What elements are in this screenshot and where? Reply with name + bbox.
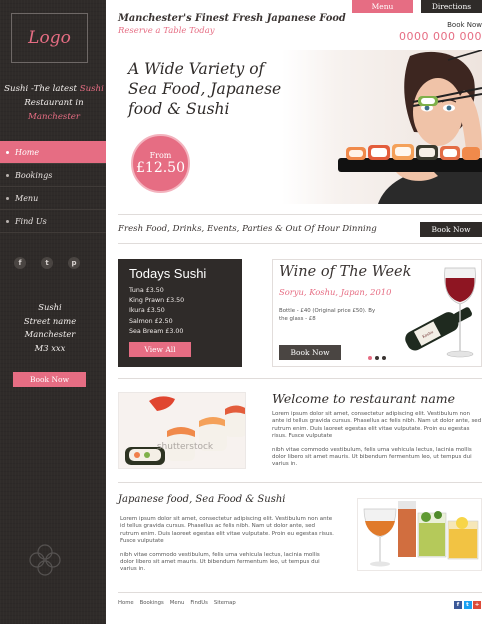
- book-now-label: Book Now: [447, 21, 482, 29]
- hero-line: A Wide Variety of: [128, 60, 265, 78]
- address-line: Sushi: [38, 302, 62, 312]
- welcome-body: Lorem ipsum dolor sit amet, consectetur …: [272, 411, 484, 469]
- twitter-icon[interactable]: t: [41, 257, 53, 269]
- tagline-prefix: Sushi -The latest: [4, 84, 77, 94]
- todays-sushi-panel: Todays Sushi Tuna £3.50 King Prawn £3.50…: [118, 259, 242, 367]
- tagline-city: Manchester: [28, 112, 80, 122]
- bullet-icon: [6, 219, 9, 223]
- nav-item-bookings[interactable]: Bookings: [0, 164, 106, 187]
- tagline-mid: Restaurant in: [24, 98, 84, 108]
- nav-item-find-us[interactable]: Find Us: [0, 210, 106, 233]
- bullet-icon: [6, 150, 9, 154]
- strapline: Fresh Food, Drinks, Events, Parties & Ou…: [118, 224, 377, 234]
- nav-label: Home: [15, 147, 40, 157]
- footer-social: f t +: [454, 601, 481, 609]
- japanese-food-title: Japanese food, Sea Food & Sushi: [118, 494, 286, 505]
- carousel-dot[interactable]: [382, 356, 386, 360]
- japanese-food-body: Lorem ipsum dolor sit amet, consectetur …: [120, 516, 334, 580]
- welcome-title: Welcome to restaurant name: [272, 391, 456, 406]
- twitter-icon[interactable]: t: [463, 601, 472, 609]
- strap-book-button[interactable]: Book Now: [420, 222, 482, 237]
- welcome-paragraph: Lorem ipsum dolor sit amet, consectetur …: [272, 411, 482, 440]
- nav-label: Menu: [15, 193, 39, 203]
- menu-button[interactable]: Menu: [352, 0, 413, 13]
- site-title: Manchester's Finest Fresh Japanese Food: [118, 13, 346, 24]
- wine-book-button[interactable]: Book Now: [279, 345, 341, 360]
- todays-sushi-title: Todays Sushi: [129, 266, 207, 281]
- pinterest-icon[interactable]: p: [68, 257, 80, 269]
- logo-text: Logo: [28, 28, 71, 48]
- wine-description: Bottle - £40 (Original price £50). By th…: [279, 308, 376, 322]
- nav-item-home[interactable]: Home: [0, 141, 106, 164]
- footer-link-findus[interactable]: FindUs: [190, 600, 208, 606]
- divider: [118, 592, 482, 593]
- hero-line: Sea Food, Japanese: [128, 80, 282, 98]
- tagline-highlight: Sushi: [79, 84, 104, 94]
- divider: [118, 482, 482, 483]
- address-line: Manchester: [24, 329, 76, 339]
- drinks-photo: [357, 498, 482, 571]
- list-item: Tuna £3.50: [129, 287, 164, 294]
- sushi-price-list: Tuna £3.50 King Prawn £3.50 Ikura £3.50 …: [129, 286, 231, 337]
- sidebar-tagline: Sushi -The latest Sushi Restaurant in Ma…: [2, 82, 106, 124]
- list-item: Sea Bream £3.00: [129, 327, 184, 335]
- carousel-dot[interactable]: [375, 356, 379, 360]
- footer-link-menu[interactable]: Menu: [170, 600, 185, 606]
- welcome-paragraph: nibh vitae commodo vestibulum, felis uma…: [272, 446, 472, 468]
- wine-title: Wine of The Week: [279, 264, 412, 280]
- social-links: f t p: [14, 257, 80, 269]
- phone-number[interactable]: 0000 000 000: [399, 30, 482, 43]
- sushi-roll-illustration: shutterstock: [119, 393, 245, 468]
- nav-label: Bookings: [15, 170, 53, 180]
- nav-item-menu[interactable]: Menu: [0, 187, 106, 210]
- wine-bottle-glass-photo: Koshu: [405, 267, 476, 358]
- sidebar-book-button[interactable]: Book Now: [13, 372, 86, 387]
- address-line: Street name: [23, 315, 77, 326]
- logo[interactable]: Logo: [11, 13, 88, 63]
- carousel-dot[interactable]: [368, 356, 372, 360]
- reserve-link[interactable]: Reserve a Table Today: [118, 26, 215, 36]
- cocktail-drinks-illustration: [358, 499, 481, 570]
- bullet-icon: [6, 173, 9, 177]
- footer-link-sitemap[interactable]: Sitemap: [214, 600, 236, 606]
- wine-subtitle: Soryu, Koshu, Japan, 2010: [279, 287, 392, 297]
- japanese-paragraph: Lorem ipsum dolor sit amet, consectetur …: [120, 516, 334, 545]
- divider: [118, 378, 482, 379]
- hero-banner: A Wide Variety of Sea Food, Japanese foo…: [118, 50, 482, 204]
- hero-headline: A Wide Variety of Sea Food, Japanese foo…: [128, 59, 298, 119]
- carousel-dots: [368, 356, 386, 360]
- list-item: Salmon £2.50: [129, 317, 173, 325]
- flower-ornament-icon: [29, 544, 61, 576]
- address-line: M3 xxx: [34, 342, 66, 353]
- japanese-paragraph: nibh vitae commodo vestibulum, felis uma…: [120, 551, 320, 573]
- sushi-roll-photo: shutterstock: [118, 392, 246, 469]
- bullet-icon: [6, 196, 9, 200]
- footer-link-bookings[interactable]: Bookings: [140, 600, 164, 606]
- wine-of-the-week-panel: Koshu Wine of The Week Soryu, Koshu, Jap…: [272, 259, 482, 367]
- sidebar: Logo Sushi -The latest Sushi Restaurant …: [0, 0, 106, 624]
- facebook-icon[interactable]: f: [454, 601, 462, 609]
- address: Sushi Street name Manchester M3 xxx: [0, 301, 100, 355]
- divider: [118, 243, 482, 244]
- price-from: From: [149, 151, 172, 160]
- nav-label: Find Us: [15, 216, 47, 226]
- price-badge[interactable]: From £12.50: [131, 134, 190, 193]
- footer-links: Home Bookings Menu FindUs Sitemap: [118, 600, 236, 606]
- watermark-text: shutterstock: [157, 442, 214, 452]
- divider: [118, 214, 482, 215]
- footer-link-home[interactable]: Home: [118, 600, 134, 606]
- list-item: Ikura £3.50: [129, 307, 165, 315]
- directions-button[interactable]: Directions: [421, 0, 482, 13]
- welcome-section: Welcome to restaurant name Lorem ipsum d…: [272, 391, 484, 475]
- side-nav: Home Bookings Menu Find Us: [0, 141, 106, 233]
- view-all-button[interactable]: View All: [129, 342, 191, 357]
- price-amount: £12.50: [136, 160, 185, 176]
- google-plus-icon[interactable]: +: [473, 601, 481, 609]
- facebook-icon[interactable]: f: [14, 257, 26, 269]
- hero-line: food & Sushi: [128, 100, 230, 118]
- list-item: King Prawn £3.50: [129, 297, 185, 305]
